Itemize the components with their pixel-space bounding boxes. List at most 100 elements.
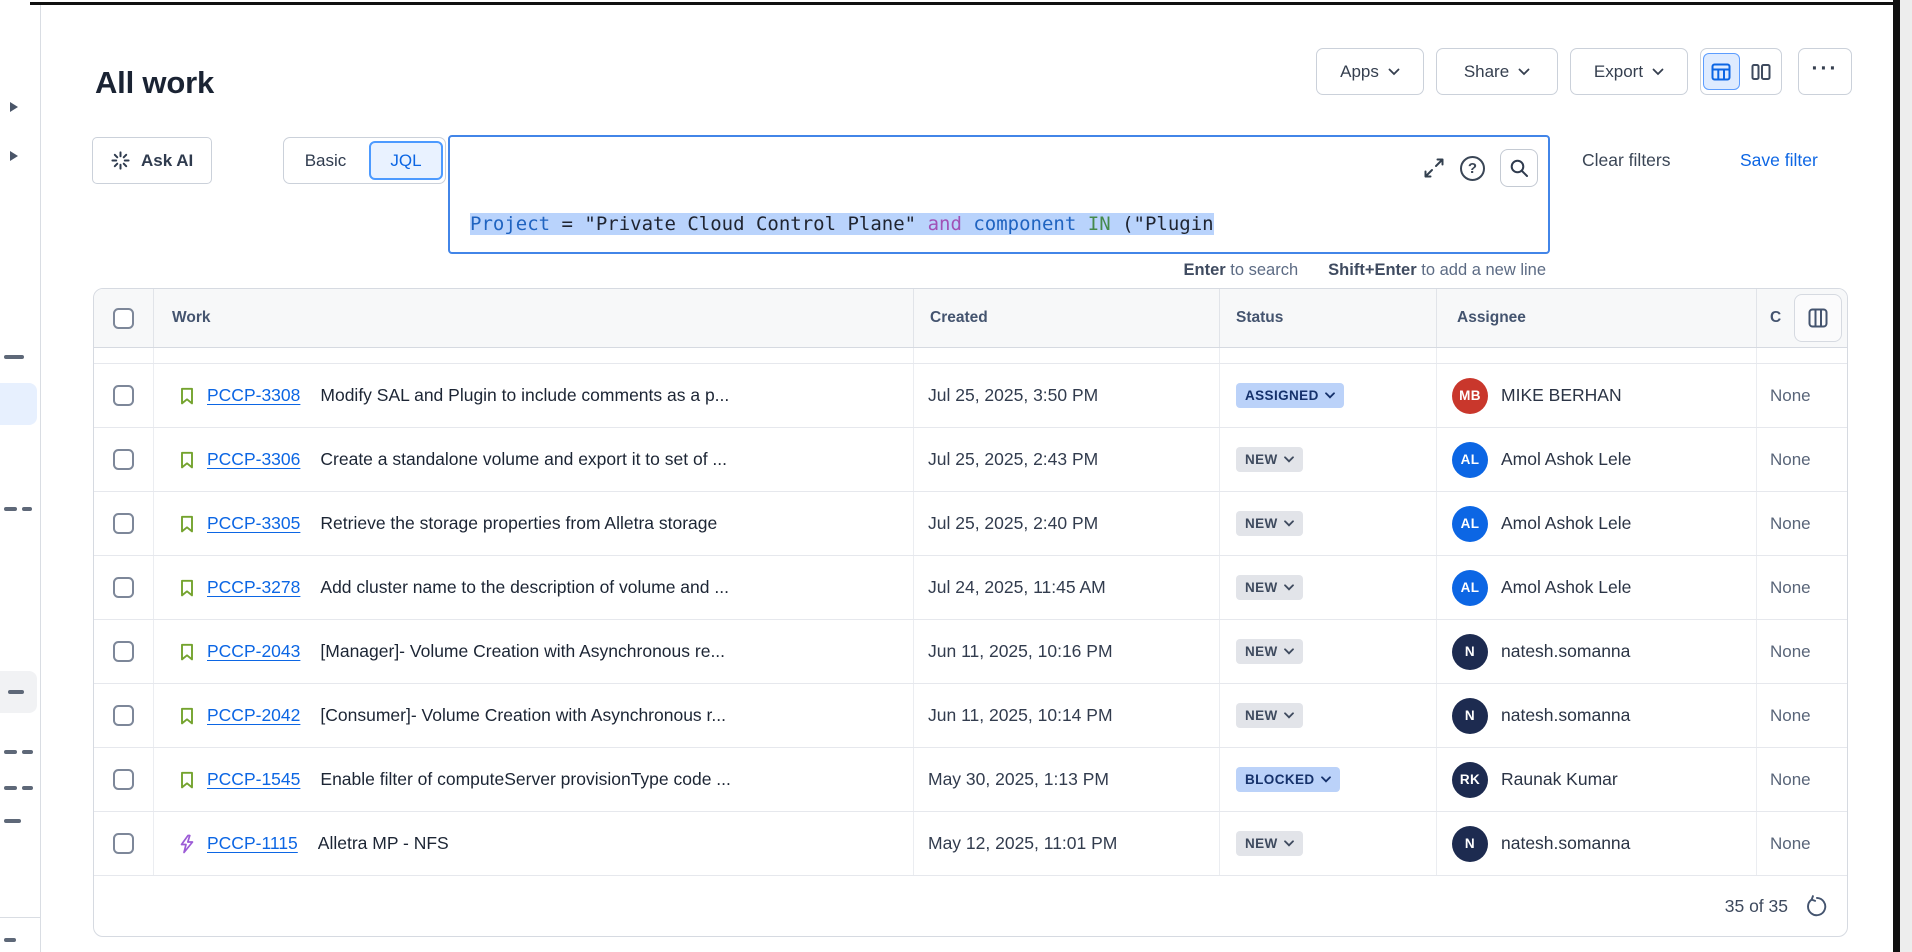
assignee-name: natesh.somanna <box>1501 705 1630 726</box>
row-checkbox[interactable] <box>113 833 134 854</box>
column-header-created[interactable]: Created <box>913 289 1219 347</box>
table-footer: 35 of 35 <box>94 876 1847 936</box>
jql-editor[interactable]: Project = "Private Cloud Control Plane" … <box>448 135 1550 254</box>
chevron-down-icon <box>1652 68 1664 76</box>
assignee-name: natesh.somanna <box>1501 833 1630 854</box>
column-header-assignee[interactable]: Assignee <box>1436 289 1756 347</box>
created-cell: Jun 11, 2025, 10:14 PM <box>913 684 1219 747</box>
export-button[interactable]: Export <box>1570 48 1688 95</box>
avatar: N <box>1452 634 1488 670</box>
row-checkbox[interactable] <box>113 385 134 406</box>
column-header-status[interactable]: Status <box>1219 289 1436 347</box>
story-icon <box>177 386 197 406</box>
chevron-down-icon <box>1284 456 1294 463</box>
refresh-button[interactable] <box>1804 895 1827 918</box>
issue-key-link[interactable]: PCCP-1115 <box>207 833 298 854</box>
query-mode-toggle: Basic JQL <box>283 137 446 184</box>
jql-mode-button[interactable]: JQL <box>369 141 443 180</box>
partial-row <box>94 348 1847 364</box>
avatar: AL <box>1452 570 1488 606</box>
status-label: BLOCKED <box>1245 772 1315 787</box>
nav-fragment <box>22 750 33 754</box>
category-cell: None <box>1756 364 1847 427</box>
help-button[interactable]: ? <box>1460 156 1485 181</box>
row-checkbox[interactable] <box>113 449 134 470</box>
chevron-down-icon <box>1388 68 1400 76</box>
apps-button[interactable]: Apps <box>1316 48 1424 95</box>
table-row[interactable]: PCCP-3305 Retrieve the storage propertie… <box>94 492 1847 556</box>
row-count: 35 of 35 <box>1725 896 1788 917</box>
row-checkbox[interactable] <box>113 641 134 662</box>
table-row[interactable]: PCCP-3306 Create a standalone volume and… <box>94 428 1847 492</box>
search-button[interactable] <box>1500 149 1538 187</box>
share-button[interactable]: Share <box>1436 48 1558 95</box>
chevron-right-icon[interactable] <box>10 151 18 161</box>
category-cell: None <box>1756 812 1847 875</box>
issue-summary: Modify SAL and Plugin to include comment… <box>320 385 729 406</box>
nav-fragment <box>22 507 32 511</box>
chevron-down-icon <box>1284 584 1294 591</box>
ask-ai-button[interactable]: Ask AI <box>92 137 212 184</box>
avatar: AL <box>1452 442 1488 478</box>
issue-key-link[interactable]: PCCP-3308 <box>207 385 300 406</box>
status-badge[interactable]: BLOCKED <box>1236 767 1340 792</box>
status-badge[interactable]: NEW <box>1236 639 1303 664</box>
issue-summary: Enable filter of computeServer provision… <box>320 769 731 790</box>
issue-key-link[interactable]: PCCP-3278 <box>207 577 300 598</box>
issue-key-link[interactable]: PCCP-3305 <box>207 513 300 534</box>
page-title: All work <box>95 65 214 101</box>
table-row[interactable]: PCCP-3278 Add cluster name to the descri… <box>94 556 1847 620</box>
column-settings-button[interactable] <box>1794 294 1842 342</box>
sidebar-selected-item[interactable] <box>0 383 37 425</box>
created-cell: Jul 25, 2025, 2:43 PM <box>913 428 1219 491</box>
status-badge[interactable]: NEW <box>1236 575 1303 600</box>
issue-key-link[interactable]: PCCP-2043 <box>207 641 300 662</box>
status-label: NEW <box>1245 708 1278 723</box>
row-checkbox[interactable] <box>113 513 134 534</box>
status-label: NEW <box>1245 836 1278 851</box>
created-cell: Jul 25, 2025, 3:50 PM <box>913 364 1219 427</box>
status-badge[interactable]: NEW <box>1236 703 1303 728</box>
category-cell: None <box>1756 492 1847 555</box>
row-checkbox[interactable] <box>113 705 134 726</box>
table-row[interactable]: PCCP-1545 Enable filter of computeServer… <box>94 748 1847 812</box>
save-filter-button[interactable]: Save filter <box>1740 150 1818 171</box>
nav-fragment <box>4 819 21 823</box>
category-cell: None <box>1756 620 1847 683</box>
issue-key-link[interactable]: PCCP-3306 <box>207 449 300 470</box>
detail-view-icon <box>1750 61 1772 83</box>
assignee-name: Amol Ashok Lele <box>1501 577 1631 598</box>
status-badge[interactable]: NEW <box>1236 831 1303 856</box>
status-badge[interactable]: ASSIGNED <box>1236 383 1344 408</box>
issue-key-link[interactable]: PCCP-1545 <box>207 769 300 790</box>
chevron-down-icon <box>1284 712 1294 719</box>
created-cell: Jul 25, 2025, 2:40 PM <box>913 492 1219 555</box>
table-row[interactable]: PCCP-2042 [Consumer]- Volume Creation wi… <box>94 684 1847 748</box>
expand-editor-button[interactable] <box>1423 157 1445 179</box>
basic-mode-button[interactable]: Basic <box>284 151 367 171</box>
column-header-work[interactable]: Work <box>153 289 913 347</box>
status-badge[interactable]: NEW <box>1236 447 1303 472</box>
table-row[interactable]: PCCP-1115 Alletra MP - NFS May 12, 2025,… <box>94 812 1847 876</box>
assignee-name: Amol Ashok Lele <box>1501 513 1631 534</box>
detail-view-button[interactable] <box>1743 53 1780 90</box>
clear-filters-button[interactable]: Clear filters <box>1582 150 1671 171</box>
chevron-right-icon[interactable] <box>10 102 18 112</box>
table-row[interactable]: PCCP-2043 [Manager]- Volume Creation wit… <box>94 620 1847 684</box>
story-icon <box>177 642 197 662</box>
chevron-down-icon <box>1284 648 1294 655</box>
row-checkbox[interactable] <box>113 577 134 598</box>
table-row[interactable]: PCCP-3308 Modify SAL and Plugin to inclu… <box>94 364 1847 428</box>
row-checkbox[interactable] <box>113 769 134 790</box>
nav-fragment <box>22 786 33 790</box>
epic-icon <box>177 834 197 854</box>
more-actions-button[interactable]: ··· <box>1798 48 1852 95</box>
issue-summary: Retrieve the storage properties from All… <box>320 513 717 534</box>
issue-key-link[interactable]: PCCP-2042 <box>207 705 300 726</box>
jql-token: ("Plugin <box>1111 213 1214 235</box>
status-badge[interactable]: NEW <box>1236 511 1303 536</box>
assignee-name: natesh.somanna <box>1501 641 1630 662</box>
status-label: NEW <box>1245 644 1278 659</box>
table-view-button[interactable] <box>1703 53 1740 90</box>
select-all-checkbox[interactable] <box>113 308 134 329</box>
